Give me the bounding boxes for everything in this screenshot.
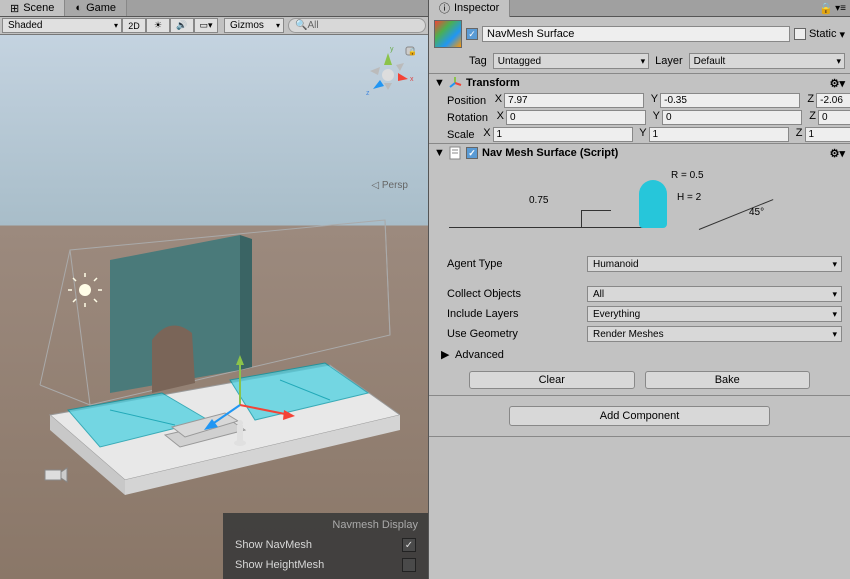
- agent-slope-label: 45°: [749, 207, 764, 218]
- agent-type-dropdown[interactable]: Humanoid: [587, 256, 842, 272]
- scale-label: Scale: [447, 129, 475, 141]
- agent-height-label: H = 2: [677, 192, 701, 203]
- advanced-label: Advanced: [455, 349, 504, 361]
- tab-game[interactable]: ◐ Game: [65, 0, 127, 16]
- info-icon: ⓘ: [439, 0, 450, 16]
- position-label: Position: [447, 95, 486, 107]
- agent-cylinder-icon: [639, 180, 667, 228]
- collect-objects-label: Collect Objects: [447, 288, 577, 300]
- transform-component: ▼ Transform ⚙▾ Position X Y Z Rotation: [429, 73, 850, 143]
- static-dropdown-icon[interactable]: ▾: [839, 28, 845, 41]
- svg-text:y: y: [390, 46, 394, 53]
- scene-tabs: ⊞ Scene ◐ Game: [0, 0, 428, 17]
- tab-inspector[interactable]: ⓘ Inspector: [429, 0, 510, 17]
- svg-text:x: x: [410, 76, 414, 83]
- tab-game-label: Game: [86, 2, 116, 14]
- include-layers-dropdown[interactable]: Everything: [587, 306, 842, 322]
- navmesh-foldout[interactable]: ▼: [434, 147, 444, 159]
- bake-button[interactable]: Bake: [645, 371, 811, 389]
- use-geometry-dropdown[interactable]: Render Meshes: [587, 326, 842, 342]
- transform-title: Transform: [466, 77, 520, 89]
- gizmos-dropdown[interactable]: Gizmos: [224, 18, 284, 33]
- clear-button[interactable]: Clear: [469, 371, 635, 389]
- static-checkbox[interactable]: [794, 28, 806, 40]
- show-navmesh-label: Show NavMesh: [235, 539, 312, 551]
- navmesh-surface-component: ▼ Nav Mesh Surface (Script) ⚙▾ 0.75 R = …: [429, 143, 850, 395]
- scale-x-input[interactable]: [493, 127, 633, 142]
- transform-foldout[interactable]: ▼: [434, 77, 444, 89]
- tab-inspector-label: Inspector: [454, 2, 499, 14]
- position-y-input[interactable]: [660, 93, 800, 108]
- scene-toolbar: Shaded 2D ☀ 🔊 ▭▾ Gizmos 🔍 All: [0, 17, 428, 35]
- advanced-foldout[interactable]: ▶: [441, 348, 451, 361]
- gameobject-header: Static ▾: [429, 17, 850, 51]
- scale-z-input[interactable]: [805, 127, 850, 142]
- add-component-button[interactable]: Add Component: [509, 406, 770, 426]
- lock-icon[interactable]: 🔒: [819, 2, 831, 14]
- layer-label: Layer: [655, 55, 683, 67]
- use-geometry-label: Use Geometry: [447, 328, 577, 340]
- gameobject-name-input[interactable]: [482, 26, 790, 42]
- static-label: Static: [809, 28, 837, 40]
- scene-search[interactable]: 🔍 All: [288, 18, 426, 33]
- gameobject-active-checkbox[interactable]: [466, 28, 478, 40]
- show-heightmesh-checkbox[interactable]: [402, 558, 416, 572]
- rotation-y-input[interactable]: [662, 110, 802, 125]
- inspector-tabs: ⓘ Inspector 🔒 ▾≡: [429, 0, 850, 17]
- rotation-label: Rotation: [447, 112, 488, 124]
- rotation-z-input[interactable]: [818, 110, 850, 125]
- transform-icon: [448, 76, 462, 90]
- navmesh-gear-icon[interactable]: ⚙▾: [830, 147, 845, 160]
- rotation-x-input[interactable]: [506, 110, 646, 125]
- navmesh-display-title: Navmesh Display: [223, 517, 428, 535]
- agent-diagram: 0.75 R = 0.5 H = 2 45°: [449, 168, 830, 248]
- position-z-input[interactable]: [816, 93, 850, 108]
- tag-label: Tag: [469, 55, 487, 67]
- perspective-label: ◁ Persp: [371, 180, 408, 191]
- navmesh-title: Nav Mesh Surface (Script): [482, 147, 618, 159]
- position-x-input[interactable]: [504, 93, 644, 108]
- show-heightmesh-label: Show HeightMesh: [235, 559, 324, 571]
- shading-mode-dropdown[interactable]: Shaded: [2, 18, 122, 33]
- tab-scene-label: Scene: [23, 2, 54, 14]
- agent-radius-label: R = 0.5: [671, 170, 704, 181]
- search-icon: 🔍: [295, 20, 307, 31]
- script-icon: [448, 146, 462, 160]
- scene-viewport[interactable]: y x z 🔒 ◁ Persp: [0, 35, 428, 579]
- 2d-toggle[interactable]: 2D: [122, 18, 146, 33]
- collect-objects-dropdown[interactable]: All: [587, 286, 842, 302]
- tab-scene[interactable]: ⊞ Scene: [0, 0, 65, 16]
- gameobject-icon[interactable]: [434, 20, 462, 48]
- audio-toggle[interactable]: 🔊: [170, 18, 194, 33]
- scene-3d-content: [30, 215, 400, 495]
- lighting-toggle[interactable]: ☀: [146, 18, 170, 33]
- grid-icon: ⊞: [10, 2, 19, 15]
- show-navmesh-checkbox[interactable]: [402, 538, 416, 552]
- include-layers-label: Include Layers: [447, 308, 577, 320]
- svg-text:z: z: [366, 90, 370, 97]
- svg-text:🔒: 🔒: [408, 48, 417, 56]
- navmesh-enabled-checkbox[interactable]: [466, 147, 478, 159]
- panel-menu-icon[interactable]: ▾≡: [835, 3, 846, 14]
- navmesh-display-overlay: Navmesh Display Show NavMesh Show Height…: [223, 513, 428, 579]
- agent-type-label: Agent Type: [447, 258, 577, 270]
- orientation-gizmo[interactable]: y x z 🔒: [358, 45, 418, 105]
- fx-toggle[interactable]: ▭▾: [194, 18, 218, 33]
- layer-dropdown[interactable]: Default: [689, 53, 845, 69]
- transform-gear-icon[interactable]: ⚙▾: [830, 77, 845, 90]
- pacman-icon: ◐: [75, 2, 82, 14]
- tag-dropdown[interactable]: Untagged: [493, 53, 649, 69]
- scale-y-input[interactable]: [649, 127, 789, 142]
- agent-step-label: 0.75: [529, 195, 548, 206]
